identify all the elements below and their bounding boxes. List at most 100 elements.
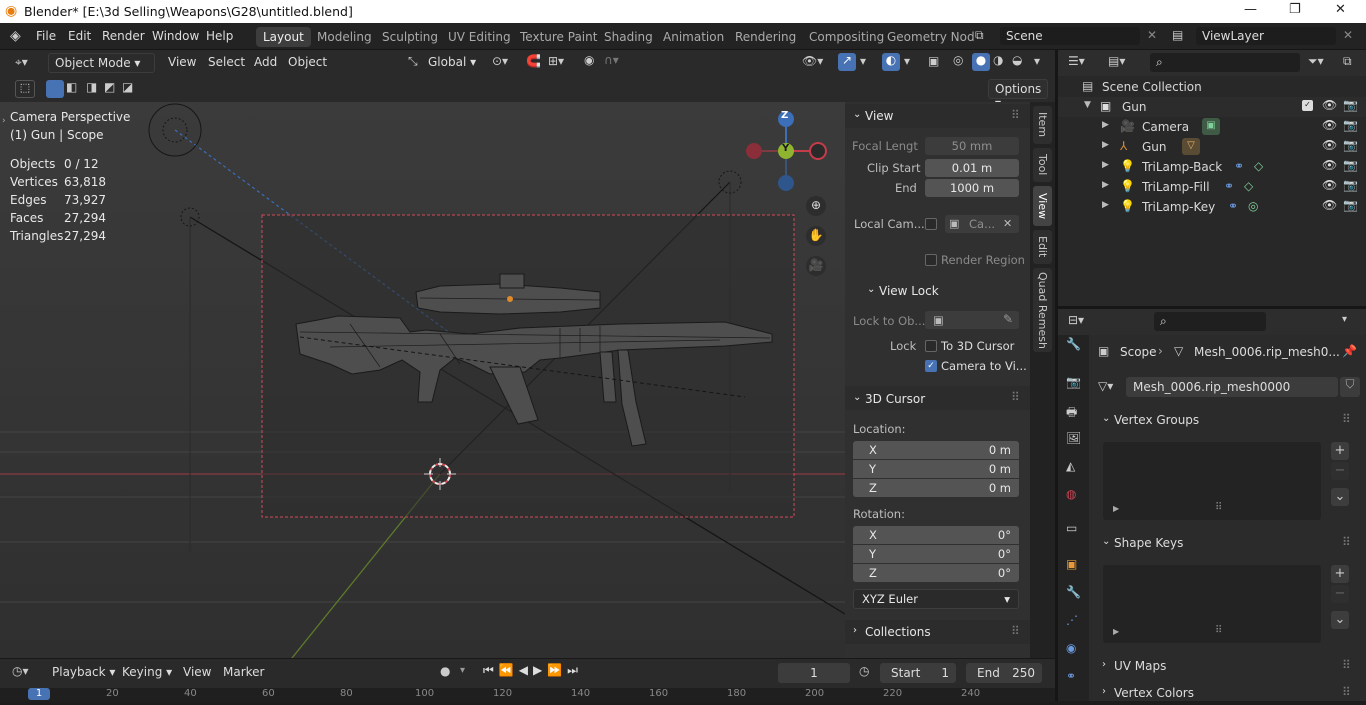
local-camera-checkbox[interactable] xyxy=(925,218,937,230)
start-frame-field[interactable]: Start 1 xyxy=(880,663,956,683)
mesh-name-field[interactable]: Mesh_0006.rip_mesh0000 xyxy=(1126,377,1338,397)
viewlayer-remove-icon[interactable]: ✕ xyxy=(1343,28,1353,42)
properties-search-input[interactable]: ⌕ xyxy=(1154,312,1266,331)
expand-icon[interactable]: ▶ xyxy=(1102,120,1109,130)
menu-help[interactable]: Help xyxy=(206,29,233,43)
add-vertex-group-button[interactable]: + xyxy=(1331,442,1349,460)
tab-view[interactable]: View xyxy=(1033,186,1052,226)
preview-range-icon[interactable]: ◷ xyxy=(859,664,869,678)
close-window-button[interactable]: ✕ xyxy=(1335,2,1346,17)
falloff-icon[interactable]: ∩▾ xyxy=(604,53,619,67)
list-resize-icon[interactable]: ⠿ xyxy=(1215,502,1222,513)
mesh-data-icon[interactable]: ▽ xyxy=(1182,138,1200,155)
pivot-icon[interactable]: ⊙▾ xyxy=(492,54,508,68)
output-tab-icon[interactable]: 🖶 xyxy=(1066,403,1077,424)
render-region-checkbox[interactable] xyxy=(925,254,937,266)
focal-length-field[interactable]: 50 mm xyxy=(925,137,1019,155)
tab-geometry-nodes[interactable]: Geometry Nod xyxy=(880,27,982,47)
constraint-icon[interactable]: ⚭ xyxy=(1224,179,1234,193)
tab-layout[interactable]: Layout xyxy=(256,27,311,47)
view-panel-header[interactable]: ⌄ View ⠿ xyxy=(845,104,1030,128)
render-tab-icon[interactable]: 📷 xyxy=(1066,375,1081,389)
uv-maps-header[interactable]: › UV Maps ⠿ xyxy=(1096,656,1358,678)
modifier-tab-icon[interactable]: 🔧 xyxy=(1066,585,1081,599)
drag-handle-icon[interactable]: ⠿ xyxy=(1342,685,1351,699)
render-camera-icon[interactable]: 📷 xyxy=(1343,178,1358,192)
playhead[interactable]: 1 xyxy=(28,688,50,700)
gizmo-toggle-icon[interactable]: ↗ xyxy=(838,53,856,71)
vertex-colors-header[interactable]: › Vertex Colors ⠿ xyxy=(1096,683,1358,705)
timeline-menu-keying[interactable]: Keying ▾ xyxy=(122,665,172,679)
clip-start-field[interactable]: 0.01 m xyxy=(925,159,1019,177)
tab-rendering[interactable]: Rendering xyxy=(728,27,803,47)
outliner-editor-icon[interactable]: ☰▾ xyxy=(1068,54,1085,68)
select-extend-icon[interactable]: ◧ xyxy=(66,80,77,94)
gizmo-menu-icon[interactable]: ▾ xyxy=(860,54,866,68)
solid-shading-icon[interactable]: ● xyxy=(972,53,990,71)
orientation-selector[interactable]: Global ▾ xyxy=(428,55,476,69)
render-camera-icon[interactable]: 📷 xyxy=(1343,118,1358,132)
shape-key-specials-button[interactable]: ⌄ xyxy=(1331,611,1349,629)
physics-tab-icon[interactable]: ◉ xyxy=(1066,641,1076,655)
timeline-menu-playback[interactable]: Playback ▾ xyxy=(52,665,115,679)
snap-target-icon[interactable]: ⊞▾ xyxy=(548,54,564,68)
shading-menu-icon[interactable]: ▾ xyxy=(1034,54,1040,68)
viewlayer-name-field[interactable]: ViewLayer xyxy=(1196,27,1336,45)
render-camera-icon[interactable]: 📷 xyxy=(1343,198,1358,212)
light-data-icon[interactable]: ◇ xyxy=(1254,159,1263,173)
camera-data-icon[interactable]: ▣ xyxy=(1202,118,1220,135)
tab-animation[interactable]: Animation xyxy=(656,27,731,47)
list-expand-icon[interactable]: ▶ xyxy=(1113,627,1119,636)
viewport-menu-view[interactable]: View xyxy=(168,55,196,69)
menu-file[interactable]: File xyxy=(36,29,56,43)
collapse-icon[interactable]: ▼ xyxy=(1084,100,1091,110)
select-subtract-icon[interactable]: ◨ xyxy=(86,80,97,94)
timeline-editor-icon[interactable]: ◷▾ xyxy=(12,664,29,678)
drag-handle-icon[interactable]: ⠿ xyxy=(1011,108,1020,122)
render-camera-icon[interactable]: 📷 xyxy=(1343,98,1358,112)
tab-quad-remesh[interactable]: Quad Remesh xyxy=(1033,268,1052,352)
material-shading-icon[interactable]: ◑ xyxy=(993,53,1003,67)
display-mode-icon[interactable]: ▤▾ xyxy=(1108,54,1125,68)
expand-icon[interactable]: ▶ xyxy=(1102,140,1109,150)
constraint-icon[interactable]: ⚭ xyxy=(1234,159,1244,173)
scene-remove-icon[interactable]: ✕ xyxy=(1147,28,1157,42)
outliner-row-scene-collection[interactable]: ▤ Scene Collection xyxy=(1058,77,1366,97)
select-intersect-icon[interactable]: ◪ xyxy=(122,80,133,94)
constraints-tab-icon[interactable]: ⚭ xyxy=(1066,669,1076,683)
lock-to-cursor-checkbox[interactable] xyxy=(925,340,937,352)
zoom-icon[interactable]: ⊕ xyxy=(806,196,826,216)
eyedropper-icon[interactable]: ✎ xyxy=(1003,312,1013,326)
rendered-shading-icon[interactable]: ◒ xyxy=(1012,53,1022,67)
particles-tab-icon[interactable]: ⋰ xyxy=(1066,613,1078,627)
select-tool-icon[interactable]: ⬚ xyxy=(15,80,35,98)
drag-handle-icon[interactable]: ⠿ xyxy=(1011,390,1020,404)
render-camera-icon[interactable]: 📷 xyxy=(1343,138,1358,152)
mesh-browse-icon[interactable]: ▽▾ xyxy=(1098,379,1113,393)
list-resize-icon[interactable]: ⠿ xyxy=(1215,625,1222,636)
shape-keys-list[interactable]: ▶ ⠿ xyxy=(1103,565,1321,643)
vertex-group-specials-button[interactable]: ⌄ xyxy=(1331,488,1349,506)
timeline-menu-view[interactable]: View xyxy=(183,665,211,679)
exclude-checkbox[interactable]: ✓ xyxy=(1302,100,1313,111)
light-data-icon[interactable]: ◇ xyxy=(1244,179,1253,193)
shape-keys-header[interactable]: ⌄ Shape Keys ⠿ xyxy=(1096,533,1358,555)
outliner-row-gun-collection[interactable]: ▼ ▣ Gun ✓ 👁 📷 xyxy=(1058,97,1366,117)
outliner-row-trilamp-fill[interactable]: ▶ 💡 TriLamp-Fill ⚭ ◇ 👁 📷 xyxy=(1058,177,1366,197)
rotation-y-field[interactable]: Y 0° xyxy=(853,545,1019,563)
tab-compositing[interactable]: Compositing xyxy=(802,27,891,47)
eye-icon[interactable]: 👁 xyxy=(1322,98,1337,112)
tab-modeling[interactable]: Modeling xyxy=(310,27,379,47)
camera-to-view-checkbox[interactable]: ✓ xyxy=(925,360,937,372)
drag-handle-icon[interactable]: ⠿ xyxy=(1342,535,1351,549)
toolbar-expand-icon[interactable]: › xyxy=(2,116,6,126)
xray-icon[interactable]: ▣ xyxy=(928,54,939,68)
overlay-toggle-icon[interactable]: ◐ xyxy=(882,53,900,71)
minimize-button[interactable]: — xyxy=(1244,2,1257,17)
tool-tab-icon[interactable]: 🔧 xyxy=(1066,337,1081,351)
blender-menu-icon[interactable]: ◈ xyxy=(10,28,21,44)
view-lock-header[interactable]: ⌄ View Lock xyxy=(845,278,1030,302)
viewport-menu-object[interactable]: Object xyxy=(288,55,327,69)
clip-end-field[interactable]: 1000 m xyxy=(925,179,1019,197)
tab-tool[interactable]: Tool xyxy=(1033,148,1052,182)
